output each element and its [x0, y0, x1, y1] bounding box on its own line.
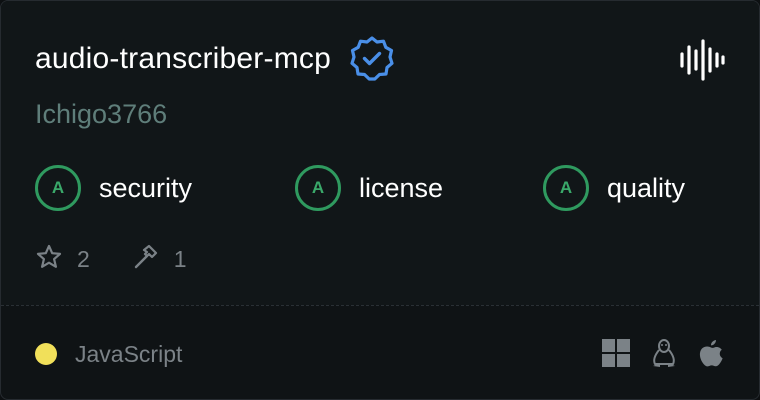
- card-footer: JavaScript: [1, 306, 759, 399]
- stats-row: 2 1: [35, 243, 229, 275]
- server-card[interactable]: audio-transcriber-mcp Ichigo3766 A secur…: [0, 0, 760, 400]
- title-row: audio-transcriber-mcp: [35, 36, 395, 82]
- grade-label: license: [359, 172, 444, 203]
- grade-label: quality: [607, 172, 686, 203]
- grade-badge: A: [35, 165, 81, 211]
- language-indicator: JavaScript: [35, 340, 183, 367]
- grade-quality[interactable]: A quality: [543, 165, 685, 211]
- hammer-icon: [132, 243, 160, 276]
- star-icon: [35, 243, 63, 276]
- star-count: 2: [77, 245, 90, 272]
- language-name: JavaScript: [75, 340, 183, 367]
- windows-icon: [601, 338, 631, 368]
- grade-badge: A: [295, 165, 341, 211]
- grade-badge: A: [543, 165, 589, 211]
- language-color-dot: [35, 343, 57, 365]
- author-link[interactable]: Ichigo3766: [35, 99, 167, 130]
- platform-icons: [583, 336, 725, 370]
- tool-count: 1: [173, 245, 187, 272]
- server-title[interactable]: audio-transcriber-mcp: [35, 42, 331, 76]
- card-body: audio-transcriber-mcp Ichigo3766 A secur…: [1, 1, 759, 305]
- grade-label: security: [99, 172, 193, 203]
- grade-security[interactable]: A security: [35, 165, 192, 211]
- grade-license[interactable]: A license: [295, 165, 443, 211]
- apple-icon: [697, 338, 725, 368]
- tools-stat[interactable]: 1: [132, 243, 187, 276]
- audio-waveform-icon: [679, 39, 725, 81]
- star-stat[interactable]: 2: [35, 243, 90, 276]
- linux-icon: [649, 337, 679, 369]
- verified-badge-icon: [349, 36, 395, 82]
- grade-row: A security A license A quality: [1, 165, 759, 211]
